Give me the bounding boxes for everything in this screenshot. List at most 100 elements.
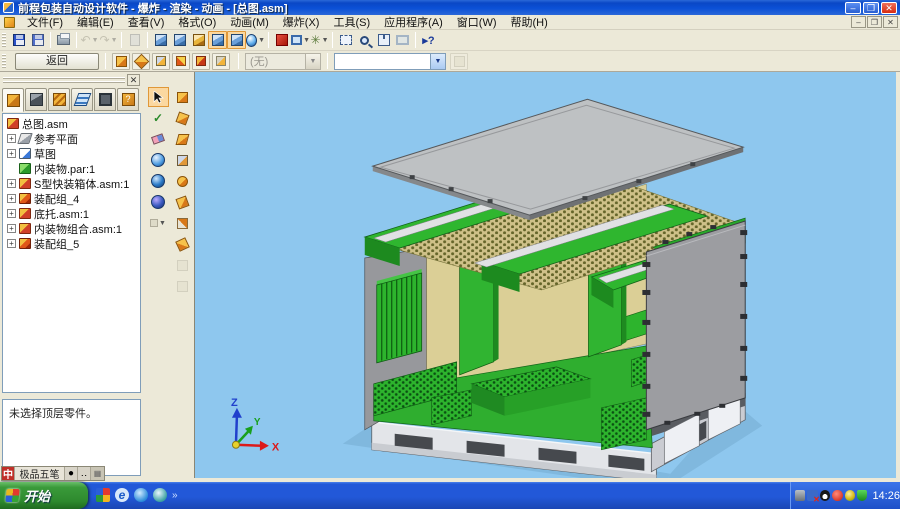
disabled-tool-button[interactable] (172, 276, 193, 296)
browser-globe-icon[interactable] (153, 488, 167, 502)
explode-step-8-button[interactable] (172, 234, 193, 254)
expand-icon[interactable]: + (7, 224, 16, 233)
render-globe-1-button[interactable] (148, 150, 169, 170)
ime-punctuation-button[interactable]: ‥ (78, 467, 91, 480)
save-button[interactable] (9, 31, 28, 49)
tray-alert-icon[interactable] (832, 490, 842, 501)
messenger-icon[interactable] (134, 488, 148, 502)
expand-icon[interactable]: + (7, 134, 16, 143)
internet-explorer-icon[interactable]: e (115, 488, 129, 502)
view-iso-1-button[interactable] (151, 31, 170, 49)
view-iso-2-button[interactable] (170, 31, 189, 49)
explode-reset-button[interactable] (212, 53, 230, 70)
tab-help[interactable]: ? (117, 88, 139, 111)
menu-view[interactable]: 查看(V) (121, 13, 172, 31)
apply-animation-button[interactable] (450, 53, 468, 70)
menu-animation[interactable]: 动画(M) (223, 13, 276, 31)
help-pointer-button[interactable]: ▸? (419, 31, 438, 49)
toolbar-grip[interactable] (2, 33, 6, 48)
close-button[interactable]: ✕ (881, 2, 897, 14)
render-globe-2-button[interactable] (148, 171, 169, 191)
explode-animate-button[interactable] (192, 53, 210, 70)
tree-item-contents-assembly[interactable]: +内装物组合.asm:1 (3, 221, 140, 236)
tree-item-group5[interactable]: +装配组_5 (3, 236, 140, 251)
explode-manual-button[interactable] (152, 53, 170, 70)
menu-edit[interactable]: 编辑(E) (70, 13, 121, 31)
3d-viewport[interactable]: Z Y X (194, 72, 896, 481)
explode-options-button[interactable] (172, 53, 190, 70)
view-shaded-button[interactable] (208, 31, 227, 49)
media-grid-icon[interactable] (96, 488, 110, 502)
menu-file[interactable]: 文件(F) (20, 13, 70, 31)
start-button[interactable]: 开始 (0, 482, 88, 509)
menu-applications[interactable]: 应用程序(A) (377, 13, 450, 31)
tree-item-root[interactable]: 总图.asm (3, 116, 140, 131)
expand-icon[interactable]: + (7, 179, 16, 188)
tray-network-offline-icon[interactable] (807, 490, 817, 501)
animation-combobox[interactable]: ▼ (334, 53, 446, 70)
tray-coin-updater-icon[interactable] (845, 490, 855, 501)
tree-item-group4[interactable]: +装配组_4 (3, 191, 140, 206)
crate-lid[interactable] (373, 99, 743, 220)
tab-feature-steps[interactable] (48, 88, 70, 111)
mdi-restore-button[interactable]: ❐ (867, 16, 882, 28)
render-tool-button[interactable] (272, 31, 291, 49)
right-end-panel[interactable] (642, 221, 747, 430)
tab-pathfinder[interactable] (2, 88, 24, 112)
mdi-close-button[interactable]: ✕ (883, 16, 898, 28)
menu-explode[interactable]: 爆炸(X) (276, 13, 327, 31)
explode-step-1-button[interactable] (172, 87, 193, 107)
fit-view-button[interactable] (374, 31, 393, 49)
tab-parts-library[interactable] (25, 88, 47, 111)
document-icon[interactable] (4, 17, 15, 28)
panel-grip[interactable] (3, 77, 125, 83)
undo-button[interactable]: ↶▼ (80, 31, 99, 49)
return-button[interactable]: 返回 (15, 53, 99, 70)
redo-button[interactable]: ↷▼ (99, 31, 118, 49)
preset-combobox[interactable]: (无) ▼ (245, 53, 321, 70)
explode-step-6-button[interactable] (172, 192, 193, 212)
view-half-section-button[interactable] (189, 31, 208, 49)
overflow-chevron[interactable]: » (172, 490, 178, 501)
ime-fullwidth-button[interactable]: ● (65, 467, 78, 480)
explode-step-7-button[interactable] (172, 213, 193, 233)
display-options-button[interactable]: ▼ (291, 31, 310, 49)
tree-item-base-tray[interactable]: +底托.asm:1 (3, 206, 140, 221)
zoom-area-button[interactable] (336, 31, 355, 49)
print-button[interactable] (54, 31, 73, 49)
mdi-minimize-button[interactable]: ‒ (851, 16, 866, 28)
explode-auto-button[interactable] (132, 53, 150, 70)
render-globe-3-button[interactable] (148, 192, 169, 212)
tree-item-box-assembly[interactable]: +S型快装箱体.asm:1 (3, 176, 140, 191)
menu-window[interactable]: 窗口(W) (450, 13, 504, 31)
save-as-button[interactable] (28, 31, 47, 49)
panel-close-button[interactable]: ✕ (127, 74, 140, 86)
ime-name-label[interactable]: 极品五笔 (15, 467, 65, 480)
disabled-tool-button[interactable] (172, 255, 193, 275)
settings-button[interactable]: ✳▼ (310, 31, 329, 49)
tray-security-shield-icon[interactable] (857, 490, 867, 501)
tree-item-contents-part[interactable]: 内装物.par:1 (3, 161, 140, 176)
select-arrow-button[interactable] (148, 87, 169, 107)
explode-step-5-button[interactable] (172, 171, 193, 191)
explode-step-3-button[interactable] (172, 129, 193, 149)
expand-icon[interactable]: + (7, 149, 16, 158)
menu-tools[interactable]: 工具(S) (326, 13, 377, 31)
menu-help[interactable]: 帮助(H) (504, 13, 555, 31)
eraser-tool-button[interactable] (148, 129, 169, 149)
clipboard-button[interactable] (125, 31, 144, 49)
tab-sensors[interactable] (94, 88, 116, 111)
chevron-down-icon[interactable]: ▼ (430, 54, 445, 69)
view-shaded-edges-button[interactable] (227, 31, 246, 49)
tree-item-ref-planes[interactable]: +参考平面 (3, 131, 140, 146)
tree-item-sketch[interactable]: +草图 (3, 146, 140, 161)
ime-keyboard-button[interactable]: ▦ (91, 467, 104, 480)
ime-language-button[interactable]: 中 (2, 467, 15, 480)
expand-icon[interactable]: + (7, 239, 16, 248)
expand-icon[interactable]: + (7, 194, 16, 203)
zoom-button[interactable] (355, 31, 374, 49)
previous-view-button[interactable] (393, 31, 412, 49)
toolbar-grip[interactable] (2, 54, 6, 69)
tray-qq-icon[interactable] (820, 490, 830, 501)
unexplode-button[interactable] (112, 53, 130, 70)
